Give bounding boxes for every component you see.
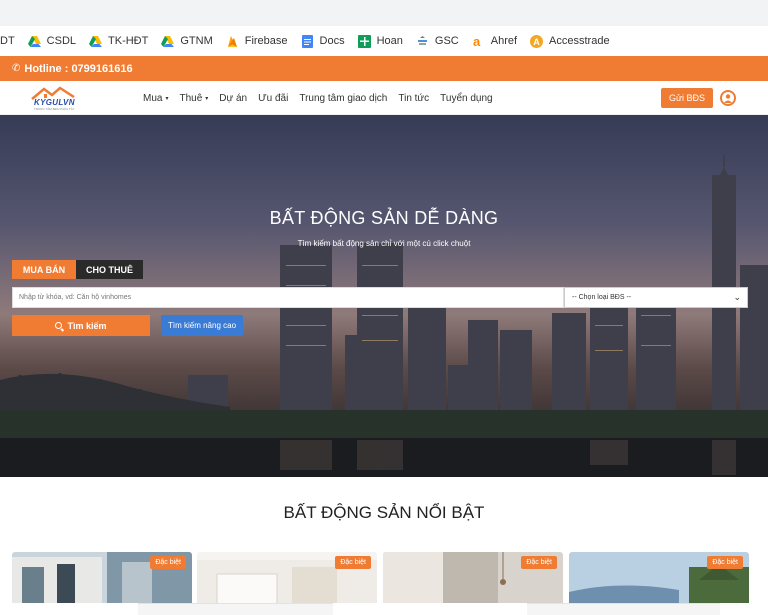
property-type-select[interactable]: -- Chọn loại BĐS -- ⌄ [564, 287, 748, 308]
nav-item-mua[interactable]: Mua ▾ [143, 93, 168, 104]
main-navbar: KYGULVN TRUNG TÂM BĐS PHÚC TÂY Mua ▾ Thuê… [0, 81, 768, 115]
bookmark-label: Firebase [244, 35, 288, 47]
firebase-icon [226, 35, 239, 48]
featured-badge: Đặc biệt [707, 556, 743, 569]
advanced-search-button[interactable]: Tìm kiếm nâng cao [161, 315, 243, 336]
bottom-toolbar-segment [138, 603, 333, 615]
google-drive-icon [89, 35, 103, 48]
bookmark-label: DT [0, 35, 15, 47]
nav-item-du-an[interactable]: Dự án [219, 93, 247, 104]
bookmark-label: TK-HĐT [108, 35, 149, 47]
bookmark-ahref[interactable]: a Ahref [472, 34, 518, 49]
tab-cho-thue[interactable]: CHO THUÊ [76, 260, 143, 279]
bottom-toolbar [0, 603, 768, 615]
search-button[interactable]: Tìm kiếm [12, 315, 150, 336]
featured-section-title: BẤT ĐỘNG SẢN NỔI BẬT [283, 503, 485, 522]
featured-badge: Đặc biệt [521, 556, 557, 569]
featured-badge: Đặc biệt [335, 556, 371, 569]
search-input[interactable]: Nhập từ khóa, vd: Căn hộ vinhomes [12, 287, 564, 308]
nav-item-tin-tuc[interactable]: Tin tức [398, 93, 429, 104]
nav-menu: Mua ▾ Thuê ▾ Dự án Ưu đãi Trung tâm giao d… [143, 81, 504, 115]
nav-label: Ưu đãi [258, 92, 289, 104]
bookmarks-bar: DT CSDL TK-HĐT GTNM Firebase Docs Hoan G… [0, 26, 768, 56]
bookmark-csdl[interactable]: CSDL [27, 35, 77, 48]
chevron-down-icon: ⌄ [733, 292, 741, 302]
chevron-down-icon: ▾ [165, 95, 169, 102]
nav-item-uu-dai[interactable]: Ưu đãi [258, 93, 288, 104]
logo-text: KYGULVN [34, 98, 75, 107]
nav-label: Tin tức [398, 92, 430, 104]
nav-item-trung-tam-giao-dich[interactable]: Trung tâm giao dịch [299, 93, 387, 104]
logo-subtext: TRUNG TÂM BĐS PHÚC TÂY [34, 107, 75, 111]
phone-icon: ✆ [12, 63, 21, 74]
bookmark-accesstrade[interactable]: A Accesstrade [530, 34, 610, 48]
google-drive-icon [161, 35, 175, 48]
bookmark-dt[interactable]: DT [0, 35, 15, 47]
bookmark-gtnm[interactable]: GTNM [161, 35, 213, 48]
bookmark-firebase[interactable]: Firebase [226, 35, 288, 48]
nav-item-thue[interactable]: Thuê ▾ [179, 93, 208, 104]
user-account-icon[interactable] [720, 90, 736, 106]
bookmark-label: CSDL [46, 35, 77, 47]
google-docs-icon [301, 34, 314, 48]
ahrefs-icon: a [472, 34, 485, 49]
hero-title: BẤT ĐỘNG SẢN DỄ DÀNG [269, 208, 499, 228]
accesstrade-icon: A [530, 34, 544, 48]
browser-tab-strip [0, 0, 768, 26]
bookmark-label: Docs [319, 35, 345, 47]
hero-banner: BẤT ĐỘNG SẢN DỄ DÀNG Tìm kiếm bất động s… [0, 115, 768, 477]
bookmark-label: Hoan [376, 35, 403, 47]
bookmark-label: GTNM [180, 35, 213, 47]
nav-label: Thuê [179, 92, 203, 104]
svg-text:A: A [533, 37, 540, 47]
featured-badge: Đặc biệt [150, 556, 186, 569]
nav-label: Trung tâm giao dịch [299, 92, 388, 104]
nav-label: Dự án [219, 92, 248, 104]
send-property-button[interactable]: Gửi BĐS [661, 88, 713, 108]
bookmark-label: GSC [434, 35, 459, 47]
bookmark-hoan[interactable]: Hoan [357, 34, 403, 48]
search-button-label: Tìm kiếm [67, 320, 107, 331]
search-console-icon [416, 35, 429, 48]
bookmark-docs[interactable]: Docs [301, 34, 345, 48]
google-sheets-icon [357, 34, 371, 48]
hotline-bar: ✆ Hotline : 0799161616 [0, 56, 768, 81]
property-type-select-value: -- Chọn loại BĐS -- [572, 294, 632, 301]
bookmark-label: Ahref [490, 35, 518, 47]
google-drive-icon [27, 35, 41, 48]
nav-label: Mua [143, 92, 163, 104]
hero-subtitle: Tìm kiếm bất động sản chỉ với một cú cli… [297, 239, 471, 248]
nav-item-tuyen-dung[interactable]: Tuyển dụng [440, 93, 492, 104]
hotline-text[interactable]: Hotline : 0799161616 [24, 63, 132, 75]
bottom-toolbar-segment [527, 603, 720, 615]
bookmark-label: Accesstrade [549, 35, 610, 47]
chevron-down-icon: ▾ [205, 95, 209, 102]
search-icon [55, 322, 63, 329]
site-logo[interactable]: KYGULVN TRUNG TÂM BĐS PHÚC TÂY [30, 85, 86, 111]
svg-text:a: a [473, 35, 481, 48]
bookmark-gsc[interactable]: GSC [416, 35, 459, 48]
tab-mua-ban[interactable]: MUA BÁN [12, 260, 76, 279]
bookmark-tk-hdt[interactable]: TK-HĐT [89, 35, 148, 48]
nav-label: Tuyển dụng [440, 92, 493, 104]
